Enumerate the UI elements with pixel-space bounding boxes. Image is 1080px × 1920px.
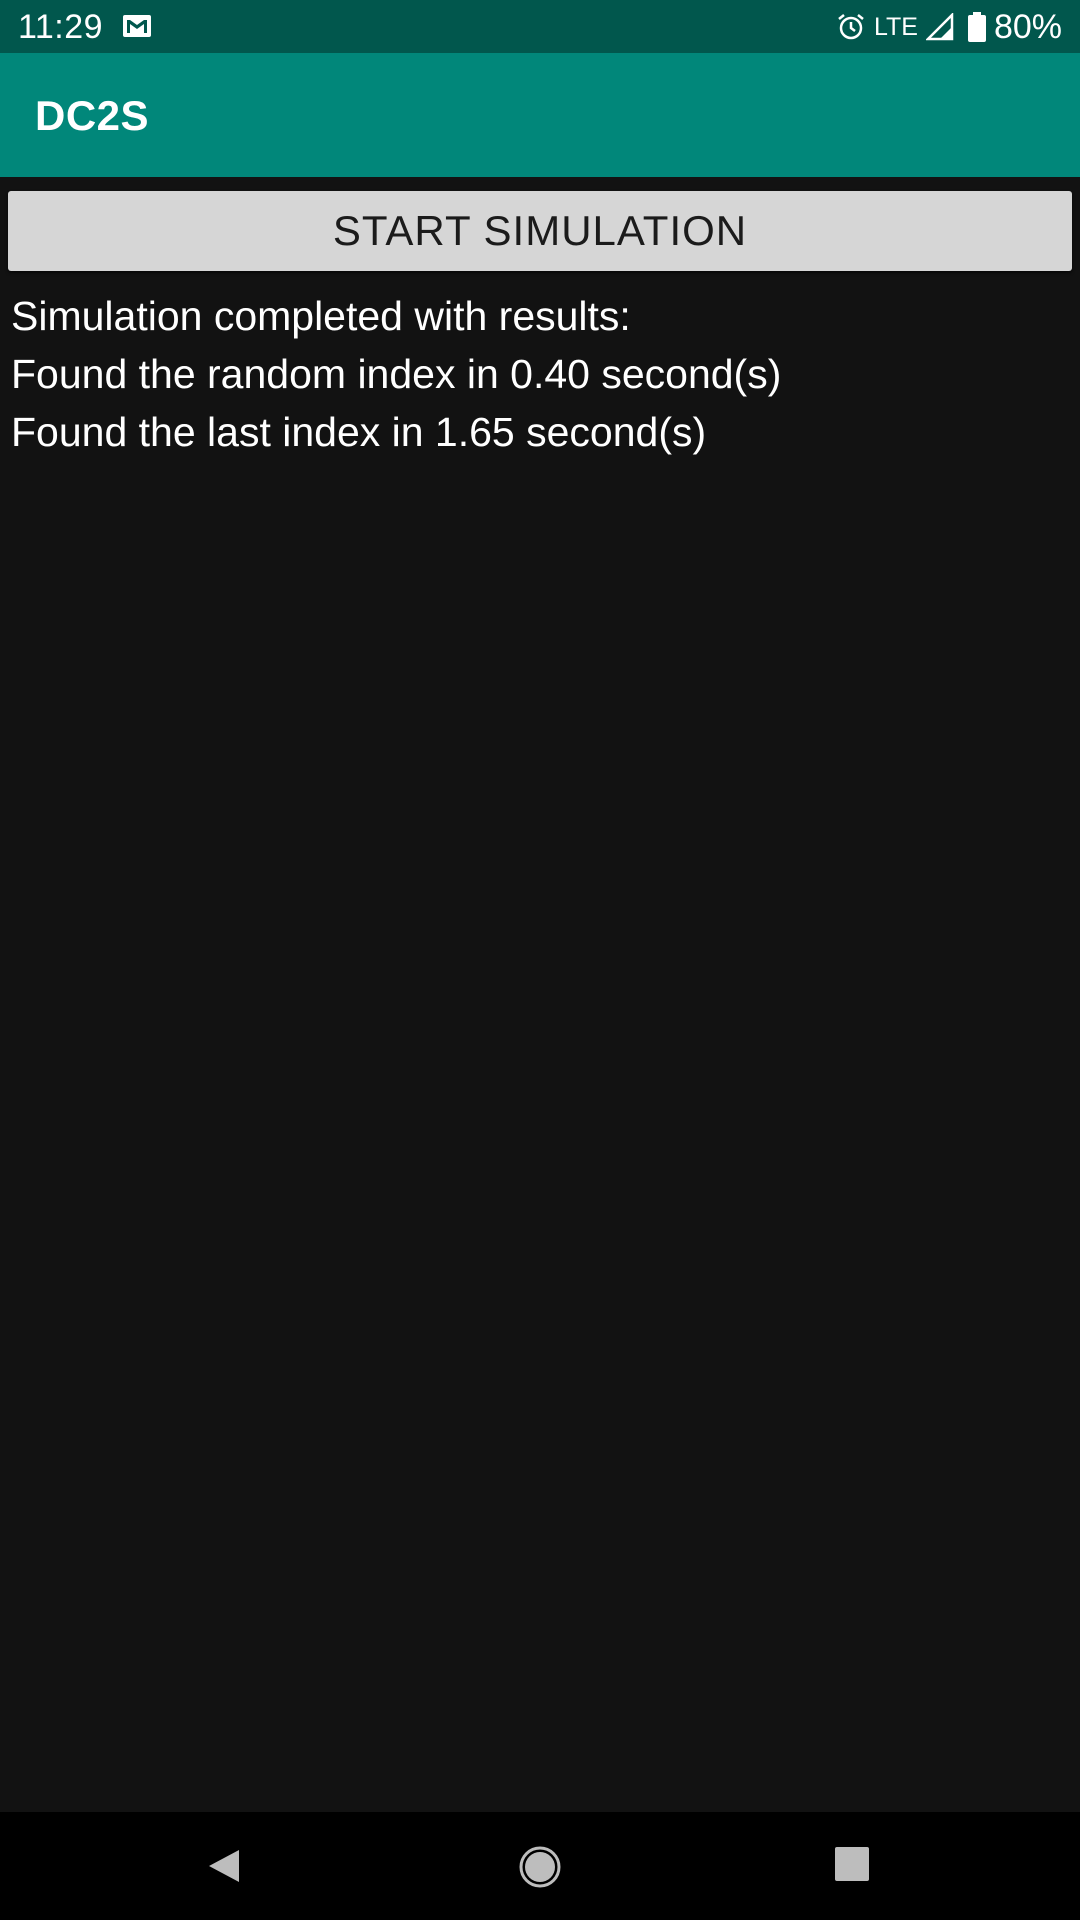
home-icon[interactable]	[518, 1845, 562, 1889]
signal-icon	[925, 13, 954, 41]
recents-icon[interactable]	[835, 1847, 869, 1881]
results-text: Simulation completed with results: Found…	[11, 287, 1071, 461]
network-type: LTE	[873, 13, 918, 41]
status-icons: LTE 80%	[836, 7, 1062, 47]
app-title: DC2S	[35, 92, 150, 139]
status-time: 11:29	[18, 8, 104, 46]
gmail-icon	[123, 15, 151, 37]
app-bar: DC2S	[0, 53, 1080, 177]
status-bar: 11:29 LTE 80%	[0, 0, 1080, 53]
battery-percentage: 80%	[993, 8, 1062, 46]
results-heading: Simulation completed with results:	[11, 293, 631, 339]
screen: 11:29 LTE 80% DC2S START SIMULATION Simu…	[0, 0, 1080, 1920]
last-index-result: Found the last index in 1.65 second(s)	[11, 409, 707, 455]
navigation-bar	[0, 1812, 1080, 1920]
back-icon[interactable]	[205, 1846, 245, 1886]
battery-icon	[967, 12, 986, 42]
start-simulation-button[interactable]: START SIMULATION	[8, 191, 1072, 271]
alarm-icon	[838, 14, 864, 40]
random-index-result: Found the random index in 0.40 second(s)	[11, 351, 782, 397]
